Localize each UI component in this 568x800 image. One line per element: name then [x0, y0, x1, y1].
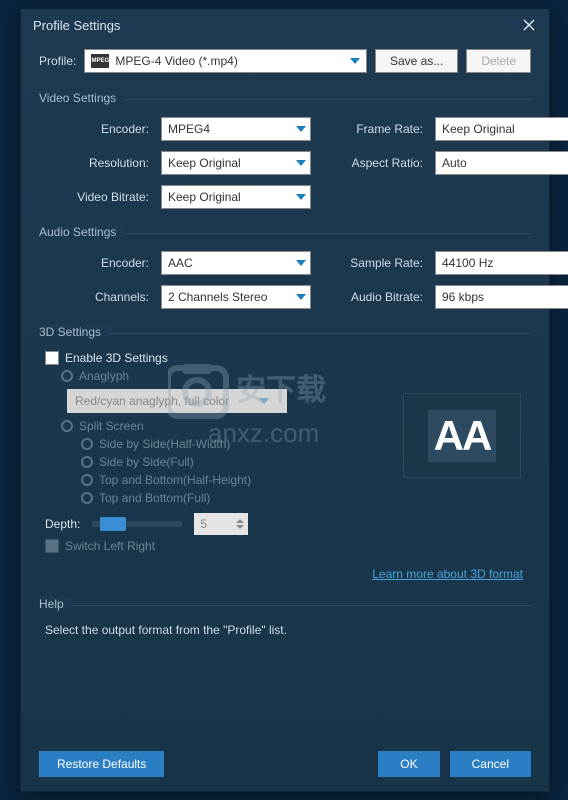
depth-row: Depth: 5	[45, 513, 531, 535]
video-bitrate-select[interactable]: Keep Original	[161, 185, 311, 209]
slider-thumb	[100, 517, 126, 531]
profile-select[interactable]: MPEG MPEG-4 Video (*.mp4)	[84, 49, 367, 73]
enable-3d-checkbox[interactable]	[45, 351, 59, 365]
audio-encoder-select[interactable]: AAC	[161, 251, 311, 275]
switch-lr-label: Switch Left Right	[65, 539, 155, 553]
three-d-preview: AA	[403, 393, 521, 478]
spinner-arrows-icon	[236, 519, 244, 529]
chevron-down-icon	[296, 260, 306, 266]
side-by-side-half-radio	[81, 438, 93, 450]
split-screen-label: Split Screen	[79, 419, 144, 433]
split-screen-radio	[61, 420, 73, 432]
profile-row: Profile: MPEG MPEG-4 Video (*.mp4) Save …	[39, 49, 531, 73]
enable-3d-label: Enable 3D Settings	[65, 351, 168, 365]
side-by-side-full-radio	[81, 456, 93, 468]
top-bottom-full-label: Top and Bottom(Full)	[99, 491, 210, 505]
dialog-body: Profile: MPEG MPEG-4 Video (*.mp4) Save …	[21, 41, 549, 667]
switch-lr-row: Switch Left Right	[45, 539, 531, 553]
footer: Restore Defaults OK Cancel	[39, 751, 531, 777]
cancel-button[interactable]: Cancel	[450, 751, 531, 777]
chevron-down-icon	[296, 194, 306, 200]
chevron-down-icon	[296, 126, 306, 132]
chevron-down-icon	[350, 58, 360, 64]
video-bitrate-label: Video Bitrate:	[49, 190, 149, 204]
chevron-down-icon	[296, 294, 306, 300]
top-bottom-half-label: Top and Bottom(Half-Height)	[99, 473, 251, 487]
help-section: Help Select the output format from the "…	[39, 597, 531, 637]
profile-value: MPEG-4 Video (*.mp4)	[115, 54, 238, 68]
depth-slider	[92, 521, 182, 527]
titlebar: Profile Settings	[21, 9, 549, 41]
restore-defaults-button[interactable]: Restore Defaults	[39, 751, 164, 777]
preview-text: AA	[428, 410, 497, 462]
top-bottom-half-radio	[81, 474, 93, 486]
video-settings-section: Video Settings Encoder: MPEG4 Frame Rate…	[39, 91, 531, 209]
audio-settings-section: Audio Settings Encoder: AAC Sample Rate:…	[39, 225, 531, 309]
sample-rate-label: Sample Rate:	[323, 256, 423, 270]
video-encoder-select[interactable]: MPEG4	[161, 117, 311, 141]
aspect-ratio-label: Aspect Ratio:	[323, 156, 423, 170]
ok-button[interactable]: OK	[378, 751, 439, 777]
close-button[interactable]	[521, 17, 537, 33]
audio-encoder-label: Encoder:	[49, 256, 149, 270]
section-title-video: Video Settings	[39, 91, 531, 105]
anaglyph-label: Anaglyph	[79, 369, 129, 383]
resolution-select[interactable]: Keep Original	[161, 151, 311, 175]
save-as-button[interactable]: Save as...	[375, 49, 458, 73]
anaglyph-select: Red/cyan anaglyph, full color	[67, 389, 287, 413]
section-title-help: Help	[39, 597, 531, 611]
depth-label: Depth:	[45, 517, 80, 531]
profile-label: Profile:	[39, 54, 76, 68]
frame-rate-label: Frame Rate:	[323, 122, 423, 136]
chevron-down-icon	[296, 160, 306, 166]
aspect-ratio-select[interactable]: Auto	[435, 151, 568, 175]
side-by-side-full-label: Side by Side(Full)	[99, 455, 194, 469]
side-by-side-half-label: Side by Side(Half-Width)	[99, 437, 230, 451]
help-text: Select the output format from the "Profi…	[45, 623, 531, 637]
anaglyph-radio	[61, 370, 73, 382]
switch-lr-checkbox	[45, 539, 59, 553]
video-encoder-label: Encoder:	[49, 122, 149, 136]
audio-bitrate-select[interactable]: 96 kbps	[435, 285, 568, 309]
frame-rate-select[interactable]: Keep Original	[435, 117, 568, 141]
audio-bitrate-label: Audio Bitrate:	[323, 290, 423, 304]
resolution-label: Resolution:	[49, 156, 149, 170]
section-title-audio: Audio Settings	[39, 225, 531, 239]
top-bottom-full-radio	[81, 492, 93, 504]
channels-select[interactable]: 2 Channels Stereo	[161, 285, 311, 309]
anaglyph-radio-row: Anaglyph	[61, 369, 531, 383]
enable-3d-row[interactable]: Enable 3D Settings	[45, 351, 531, 365]
close-icon	[523, 19, 535, 31]
depth-spinner: 5	[194, 513, 248, 535]
profile-settings-dialog: Profile Settings Profile: MPEG MPEG-4 Vi…	[20, 8, 550, 792]
sample-rate-select[interactable]: 44100 Hz	[435, 251, 568, 275]
chevron-down-icon	[259, 398, 269, 404]
format-icon: MPEG	[91, 54, 109, 68]
delete-button: Delete	[466, 49, 531, 73]
learn-more-3d-link[interactable]: Learn more about 3D format	[372, 567, 523, 581]
window-title: Profile Settings	[33, 18, 120, 33]
channels-label: Channels:	[49, 290, 149, 304]
section-title-3d: 3D Settings	[39, 325, 531, 339]
